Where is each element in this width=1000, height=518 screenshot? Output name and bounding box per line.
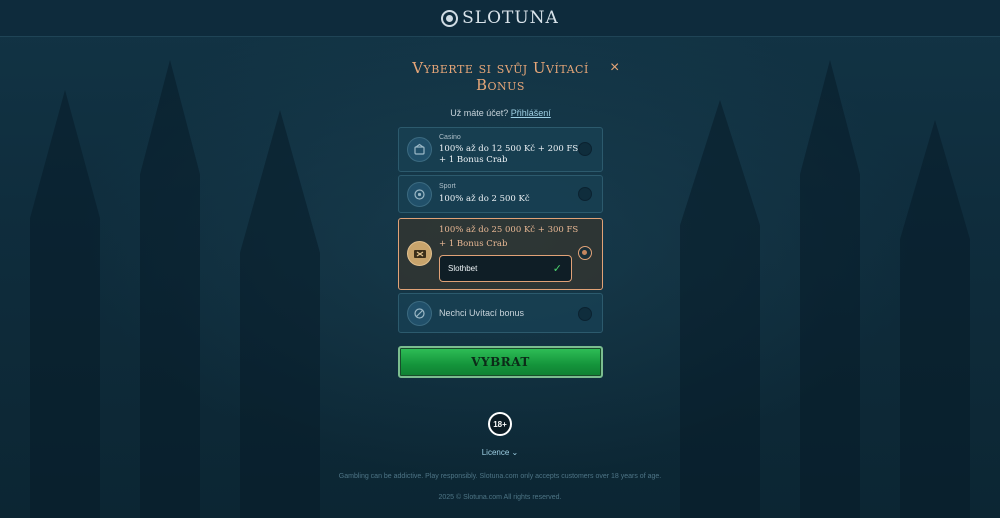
licence-label: Licence — [481, 448, 510, 457]
copyright: 2025 © Slotuna.com All rights reserved. — [438, 494, 562, 501]
promo-code-value: Slothbet — [448, 264, 478, 273]
bonus-option-sport[interactable]: Sport 100% až do 2 500 Kč — [398, 175, 603, 213]
welcome-bonus-modal: Vyberte si svůj Uvítací Bonus × Už máte … — [398, 55, 619, 378]
radio-sport[interactable] — [578, 187, 592, 201]
ticket-icon — [407, 241, 432, 266]
chevron-down-icon: ⌄ — [511, 448, 519, 457]
option-text: 100% až do 12 500 Kč + 200 FS — [439, 144, 579, 154]
option-text: Nechci Uvítací bonus — [439, 308, 525, 318]
option-text: 100% až do 25 000 Kč + 300 FS — [439, 225, 579, 235]
bonus-option-special[interactable]: 100% až do 25 000 Kč + 300 FS + 1 Bonus … — [398, 218, 603, 290]
bonus-option-none[interactable]: Nechci Uvítací bonus — [398, 293, 603, 333]
close-icon[interactable]: × — [610, 59, 619, 77]
promo-code-field[interactable]: Slothbet ✓ — [439, 255, 572, 282]
submit-button[interactable]: VYBRAT — [398, 346, 603, 378]
option-label: Sport — [439, 183, 456, 190]
option-text-line2: + 1 Bonus Crab — [439, 155, 508, 165]
option-label: Casino — [439, 134, 461, 141]
logo[interactable]: SLOTUNA — [441, 8, 559, 28]
logo-icon — [441, 9, 459, 27]
age-badge: 18+ — [488, 412, 512, 436]
option-text-line2: + 1 Bonus Crab — [439, 239, 508, 249]
top-bar: SLOTUNA — [0, 0, 1000, 37]
disclaimer: Gambling can be addictive. Play responsi… — [338, 473, 662, 480]
login-link[interactable]: Přihlášení — [511, 108, 551, 118]
radio-casino[interactable] — [578, 142, 592, 156]
casino-icon — [407, 137, 432, 162]
option-text: 100% až do 2 500 Kč — [439, 194, 530, 204]
login-prompt: Už máte účet? — [450, 108, 509, 118]
licence-toggle[interactable]: Licence ⌄ — [0, 448, 1000, 457]
check-icon: ✓ — [552, 263, 562, 275]
logo-text: SLOTUNA — [462, 8, 559, 28]
radio-none[interactable] — [578, 307, 592, 321]
modal-title: Vyberte si svůj Uvítací Bonus — [412, 59, 589, 94]
login-prompt-line: Už máte účet? Přihlášení — [398, 108, 603, 118]
radio-special[interactable] — [578, 246, 592, 260]
bonus-option-casino[interactable]: Casino 100% až do 12 500 Kč + 200 FS + 1… — [398, 127, 603, 172]
no-bonus-icon — [407, 301, 432, 326]
sport-icon — [407, 182, 432, 207]
